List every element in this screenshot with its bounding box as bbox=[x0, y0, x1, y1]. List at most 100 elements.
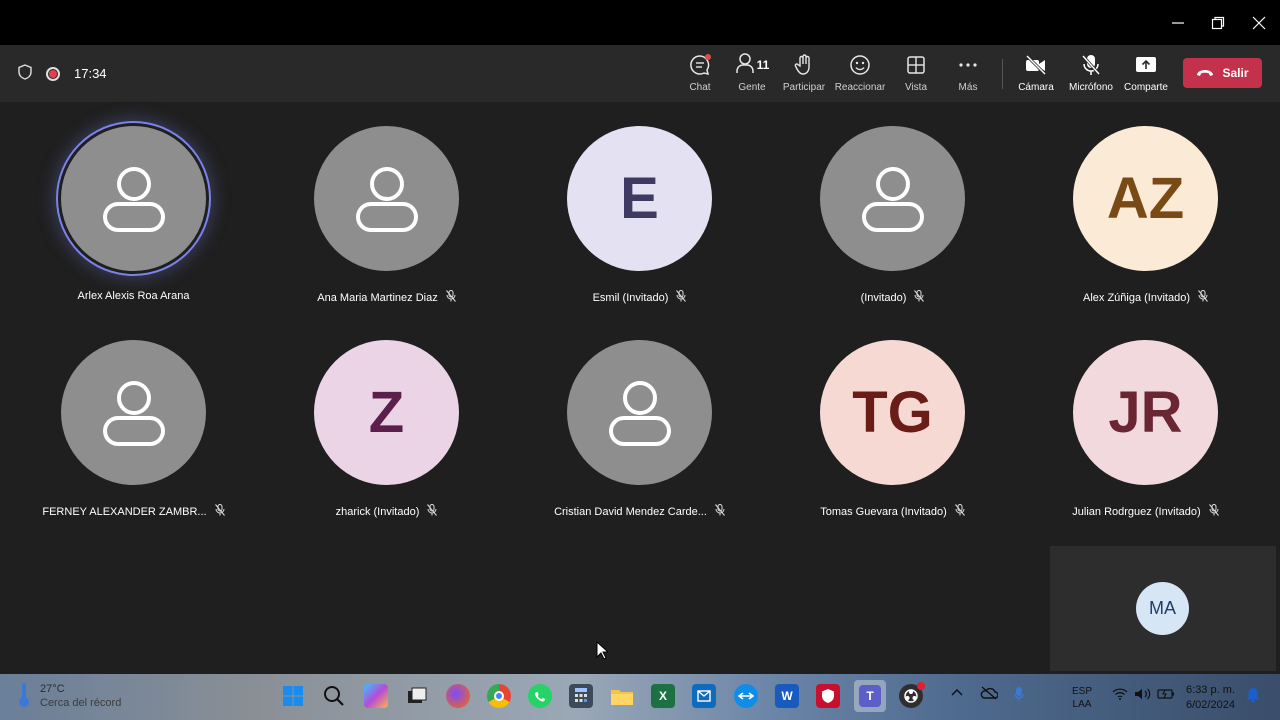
participant-tile[interactable]: JR Julian Rodrguez (Invitado) bbox=[1019, 316, 1272, 530]
default-person-icon bbox=[608, 380, 671, 446]
default-person-icon bbox=[102, 166, 165, 232]
react-button[interactable]: Reaccionar bbox=[832, 53, 888, 97]
participant-avatar: TG bbox=[820, 340, 965, 485]
start-icon[interactable] bbox=[281, 684, 305, 708]
mic-muted-icon bbox=[954, 504, 965, 519]
self-avatar: MA bbox=[1136, 582, 1189, 635]
participant-tile[interactable]: AZ Alex Zúñiga (Invitado) bbox=[1019, 102, 1272, 316]
camera-button[interactable]: Cámara bbox=[1008, 53, 1064, 97]
people-button[interactable]: 11 Gente bbox=[724, 52, 780, 97]
participant-initials: Z bbox=[368, 380, 405, 445]
participant-tile[interactable]: TG Tomas Guevara (Invitado) bbox=[766, 316, 1019, 530]
participant-avatar bbox=[61, 126, 206, 271]
participant-name: Julian Rodrguez (Invitado) bbox=[1072, 505, 1201, 518]
mic-muted-icon bbox=[214, 504, 225, 519]
firefox-icon[interactable] bbox=[446, 684, 470, 708]
participant-avatar bbox=[314, 126, 459, 271]
microphone-tray-icon[interactable] bbox=[1014, 686, 1024, 705]
chevron-up-icon[interactable] bbox=[951, 688, 963, 699]
search-icon[interactable] bbox=[322, 684, 346, 708]
view-button[interactable]: Vista bbox=[888, 53, 944, 97]
camera-off-icon bbox=[1025, 53, 1047, 77]
participant-initials: JR bbox=[1108, 380, 1183, 445]
excel-icon[interactable]: X bbox=[651, 684, 675, 708]
chat-button[interactable]: Chat bbox=[672, 53, 728, 97]
microphone-button[interactable]: Micrófono bbox=[1063, 53, 1119, 97]
battery-icon[interactable] bbox=[1157, 687, 1175, 704]
participant-tile[interactable]: (Invitado) bbox=[766, 102, 1019, 316]
people-count: 11 bbox=[756, 58, 770, 72]
notification-bell-icon[interactable] bbox=[1246, 687, 1260, 706]
participant-tile[interactable]: FERNEY ALEXANDER ZAMBR... bbox=[7, 316, 260, 530]
participant-name: Cristian David Mendez Carde... bbox=[554, 505, 707, 518]
mcafee-icon[interactable] bbox=[816, 684, 840, 708]
mic-muted-icon bbox=[1208, 504, 1219, 519]
participant-avatar: E bbox=[567, 126, 712, 271]
participant-avatar: Z bbox=[314, 340, 459, 485]
participant-tile[interactable]: Arlex Alexis Roa Arana bbox=[7, 102, 260, 316]
people-icon bbox=[735, 52, 755, 79]
emoji-icon bbox=[849, 53, 871, 77]
more-button[interactable]: Más bbox=[940, 53, 996, 97]
raise-hand-button[interactable]: Participar bbox=[776, 53, 832, 97]
default-person-icon bbox=[102, 380, 165, 446]
participant-avatar: JR bbox=[1073, 340, 1218, 485]
share-button[interactable]: Comparte bbox=[1118, 53, 1174, 97]
weather-temp: 27°C bbox=[40, 683, 65, 695]
participant-tile[interactable]: E Esmil (Invitado) bbox=[513, 102, 766, 316]
copilot-icon[interactable] bbox=[364, 684, 388, 708]
teamviewer-icon[interactable] bbox=[734, 684, 758, 708]
participant-name: zharick (Invitado) bbox=[335, 505, 420, 518]
meeting-status: 17:34 bbox=[18, 64, 107, 83]
thermometer-icon bbox=[18, 682, 30, 711]
participant-initials: E bbox=[620, 166, 659, 231]
system-clock[interactable]: 6:33 p. m. 6/02/2024 bbox=[1186, 683, 1235, 713]
obs-icon[interactable] bbox=[899, 682, 925, 708]
shield-icon bbox=[18, 64, 32, 83]
participant-initials: AZ bbox=[1106, 166, 1185, 231]
whatsapp-icon[interactable] bbox=[528, 684, 552, 708]
language-indicator[interactable]: ESP LAA bbox=[1072, 685, 1092, 711]
chrome-icon[interactable] bbox=[487, 684, 511, 708]
participant-tile[interactable]: Cristian David Mendez Carde... bbox=[513, 316, 766, 530]
self-view[interactable]: MA bbox=[1050, 546, 1276, 671]
participant-name: Tomas Guevara (Invitado) bbox=[820, 505, 947, 518]
close-icon[interactable] bbox=[1244, 10, 1274, 36]
meeting-toolbar: 17:34 Chat 11 Gente Participar Reacciona… bbox=[0, 45, 1280, 102]
participant-name: FERNEY ALEXANDER ZAMBR... bbox=[42, 505, 207, 518]
mic-muted-icon bbox=[427, 504, 438, 519]
mic-muted-icon bbox=[1198, 290, 1208, 305]
recording-icon bbox=[46, 66, 60, 81]
default-person-icon bbox=[355, 166, 418, 232]
file-explorer-icon[interactable] bbox=[610, 684, 634, 708]
participant-name: Esmil (Invitado) bbox=[592, 291, 669, 304]
mic-off-icon bbox=[1081, 53, 1101, 77]
outlook-icon[interactable] bbox=[692, 684, 716, 708]
weather-widget[interactable]: 27°C Cerca del récord bbox=[18, 682, 121, 711]
chat-icon bbox=[689, 53, 711, 77]
minimize-icon[interactable] bbox=[1163, 10, 1193, 36]
meeting-timer: 17:34 bbox=[74, 66, 107, 81]
participant-tile[interactable]: Ana Maria Martinez Diaz bbox=[260, 102, 513, 316]
teams-icon[interactable]: T bbox=[854, 680, 886, 712]
more-icon bbox=[958, 53, 978, 77]
onedrive-off-icon[interactable] bbox=[980, 686, 999, 703]
grid-view-icon bbox=[906, 53, 926, 77]
restore-icon[interactable] bbox=[1203, 10, 1233, 36]
window-titlebar bbox=[0, 0, 1280, 45]
wifi-icon[interactable] bbox=[1112, 688, 1128, 703]
word-icon[interactable]: W bbox=[775, 684, 799, 708]
mic-muted-icon bbox=[676, 290, 687, 305]
participant-name: (Invitado) bbox=[860, 291, 907, 304]
mic-muted-icon bbox=[715, 504, 725, 519]
participant-name: Arlex Alexis Roa Arana bbox=[77, 290, 190, 302]
leave-button[interactable]: Salir bbox=[1183, 58, 1262, 88]
raise-hand-icon bbox=[794, 53, 814, 77]
default-person-icon bbox=[861, 166, 924, 232]
participant-avatar bbox=[61, 340, 206, 485]
participant-tile[interactable]: Z zharick (Invitado) bbox=[260, 316, 513, 530]
participant-avatar: AZ bbox=[1073, 126, 1218, 271]
calculator-icon[interactable] bbox=[569, 684, 593, 708]
task-view-icon[interactable] bbox=[405, 684, 429, 708]
volume-icon[interactable] bbox=[1134, 687, 1152, 704]
